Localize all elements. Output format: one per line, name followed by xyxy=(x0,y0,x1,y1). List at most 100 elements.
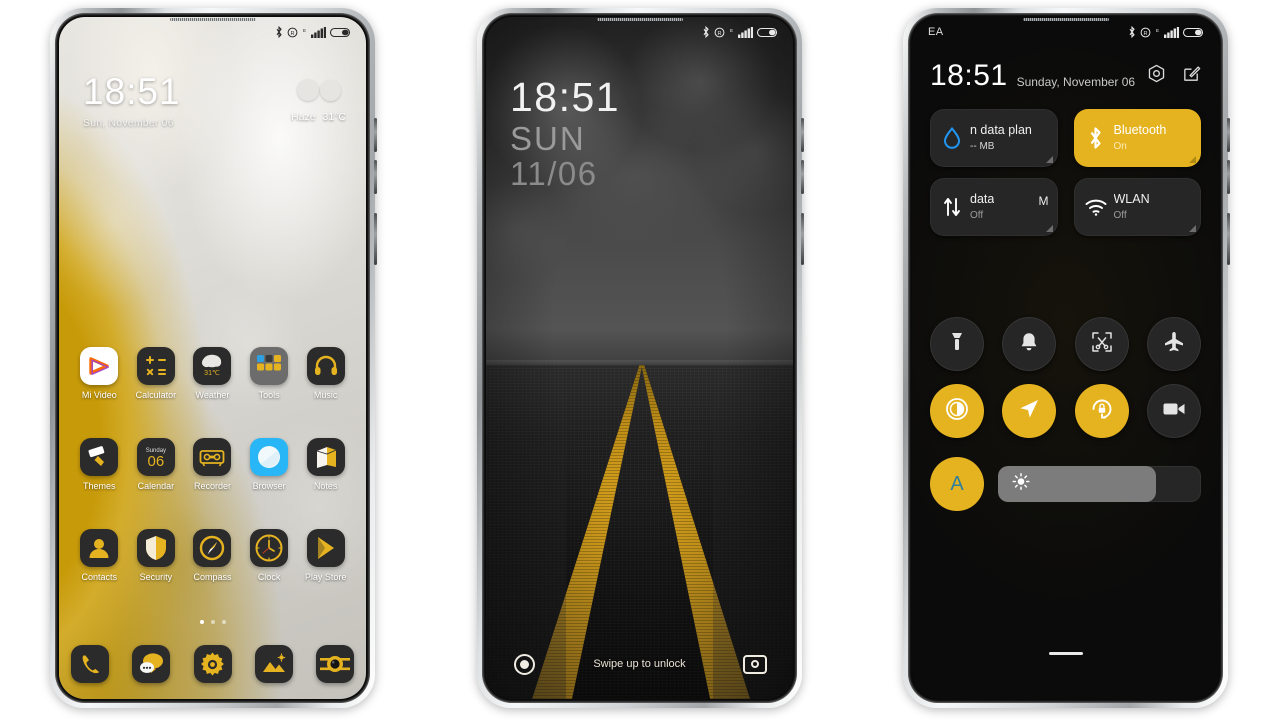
app-music[interactable]: Music xyxy=(297,347,354,400)
compass-icon xyxy=(193,529,232,567)
airplane-mode-toggle[interactable] xyxy=(1146,317,1201,371)
power-button[interactable] xyxy=(801,213,804,265)
app-notes[interactable]: Notes xyxy=(297,438,354,491)
svg-text:R: R xyxy=(290,31,294,37)
app-play-store[interactable]: Play Store xyxy=(297,529,354,582)
rotation-lock-toggle[interactable] xyxy=(1074,384,1129,438)
brightness-slider[interactable] xyxy=(998,466,1201,502)
app-clock[interactable]: Clock xyxy=(241,529,298,582)
phone-bezel: R E xyxy=(55,13,370,703)
volume-down-button[interactable] xyxy=(801,160,804,194)
app-recorder[interactable]: Recorder xyxy=(184,438,241,491)
gallery-icon[interactable] xyxy=(254,645,293,683)
app-browser[interactable]: Browser xyxy=(241,438,298,491)
drag-handle[interactable] xyxy=(1048,652,1083,655)
themes-icon xyxy=(80,438,119,476)
signal-icon xyxy=(311,26,326,38)
tile-expand-corner[interactable] xyxy=(1045,156,1053,163)
power-button[interactable] xyxy=(374,213,377,265)
app-label: Calendar xyxy=(137,481,175,491)
messages-icon[interactable] xyxy=(132,645,171,683)
app-label: Recorder xyxy=(193,481,231,491)
status-bar: R E xyxy=(486,17,793,47)
tile-expand-corner[interactable] xyxy=(1045,225,1053,232)
earpiece-speaker xyxy=(596,18,683,21)
contacts-icon xyxy=(80,529,119,567)
mi-video-icon xyxy=(80,347,119,385)
assistant-icon[interactable] xyxy=(514,653,535,675)
cc-time: 18:51 xyxy=(930,59,1008,92)
volume-up-button[interactable] xyxy=(1227,118,1230,152)
dark-mode-toggle[interactable] xyxy=(930,384,984,438)
app-compass[interactable]: Compass xyxy=(184,529,241,582)
settings-hex-icon[interactable] xyxy=(1147,64,1166,88)
tile-expand-corner[interactable] xyxy=(1189,156,1196,163)
app-tools-folder[interactable]: Tools xyxy=(241,347,298,400)
sun-icon xyxy=(1012,472,1030,496)
volume-up-button[interactable] xyxy=(801,118,804,152)
app-mi-video[interactable]: Mi Video xyxy=(71,347,128,400)
quick-settings-tiles: n data plan -- MB Bluetooth On data Off … xyxy=(912,109,1219,247)
tile-subtitle: Off xyxy=(1113,209,1127,221)
lock-bottom-bar: Swipe up to unlock xyxy=(486,649,793,679)
app-label: Compass xyxy=(193,572,232,582)
app-label: Browser xyxy=(252,481,286,491)
tile-subtitle: Off xyxy=(970,209,984,221)
volume-down-button[interactable] xyxy=(374,160,377,194)
tile-data-plan[interactable]: n data plan -- MB xyxy=(930,109,1058,167)
camera-icon[interactable] xyxy=(316,645,354,683)
auto-brightness-toggle[interactable]: A xyxy=(930,457,984,511)
wifi-icon xyxy=(1083,197,1109,217)
location-toggle[interactable] xyxy=(1002,384,1057,438)
silent-toggle[interactable] xyxy=(1002,317,1057,371)
tile-wlan[interactable]: WLAN Off xyxy=(1073,178,1201,236)
page-indicator-dots[interactable] xyxy=(59,620,366,624)
screenshot-canvas: R E 18:51 Sun, November 06 Haze 31°C Mi … xyxy=(0,0,1280,720)
tile-mobile-data[interactable]: data Off M xyxy=(930,178,1058,236)
app-contacts[interactable]: Contacts xyxy=(71,529,128,582)
screenshot-toggle[interactable] xyxy=(1074,317,1129,371)
volume-down-button[interactable] xyxy=(1227,160,1230,194)
edit-icon[interactable] xyxy=(1182,64,1201,88)
calendar-day: 06 xyxy=(147,452,165,470)
earpiece-speaker xyxy=(1022,18,1109,21)
page-dot[interactable] xyxy=(199,620,204,624)
app-grid-row-1: Mi Video Calculator 31℃ Weather Tools Mu… xyxy=(71,347,354,400)
control-center-header: 18:51 Sunday, November 06 xyxy=(912,61,1219,91)
app-calendar[interactable]: Sunday 06 Calendar xyxy=(128,438,185,491)
power-button[interactable] xyxy=(1227,213,1230,265)
weather-temperature: 31°C xyxy=(322,111,346,123)
tile-subtitle: On xyxy=(1113,140,1127,152)
app-weather[interactable]: 31℃ Weather xyxy=(184,347,241,400)
phone-icon[interactable] xyxy=(71,645,109,683)
screen-recorder-toggle[interactable] xyxy=(1146,384,1201,438)
weather-icon: 31℃ xyxy=(193,347,232,385)
status-bar: R E xyxy=(59,17,366,47)
app-calculator[interactable]: Calculator xyxy=(128,347,185,400)
battery-icon xyxy=(756,27,779,38)
tile-data-plan-text: n data plan -- MB xyxy=(970,123,1032,153)
volume-up-button[interactable] xyxy=(374,118,377,152)
phone-device-lock: R E 18:51 SUN 11/06 Swipe up to unlock xyxy=(477,8,804,708)
edge-network-icon: E xyxy=(1155,27,1160,38)
tile-expand-corner[interactable] xyxy=(1189,225,1196,232)
app-label: Music xyxy=(313,390,338,400)
settings-gear-icon[interactable] xyxy=(193,645,232,683)
tile-bluetooth[interactable]: Bluetooth On xyxy=(1073,109,1201,167)
svg-text:R: R xyxy=(717,31,721,37)
bluetooth-icon xyxy=(275,25,283,39)
edge-network-icon: E xyxy=(302,27,307,38)
svg-text:E: E xyxy=(730,28,733,33)
page-dot[interactable] xyxy=(210,620,215,624)
app-themes[interactable]: Themes xyxy=(71,438,128,491)
home-weather-text: Haze 31°C xyxy=(291,111,346,123)
flashlight-toggle[interactable] xyxy=(930,317,984,371)
page-dot[interactable] xyxy=(221,620,226,624)
lock-clock-weekday: SUN xyxy=(510,120,586,157)
home-weather-widget[interactable]: Haze 31°C xyxy=(291,77,346,123)
bluetooth-icon xyxy=(1083,126,1109,150)
home-clock-widget[interactable]: 18:51 Sun, November 06 xyxy=(83,73,181,129)
rotation-lock-icon xyxy=(1089,396,1115,427)
camera-icon[interactable] xyxy=(743,654,767,674)
app-security[interactable]: Security xyxy=(128,529,185,582)
